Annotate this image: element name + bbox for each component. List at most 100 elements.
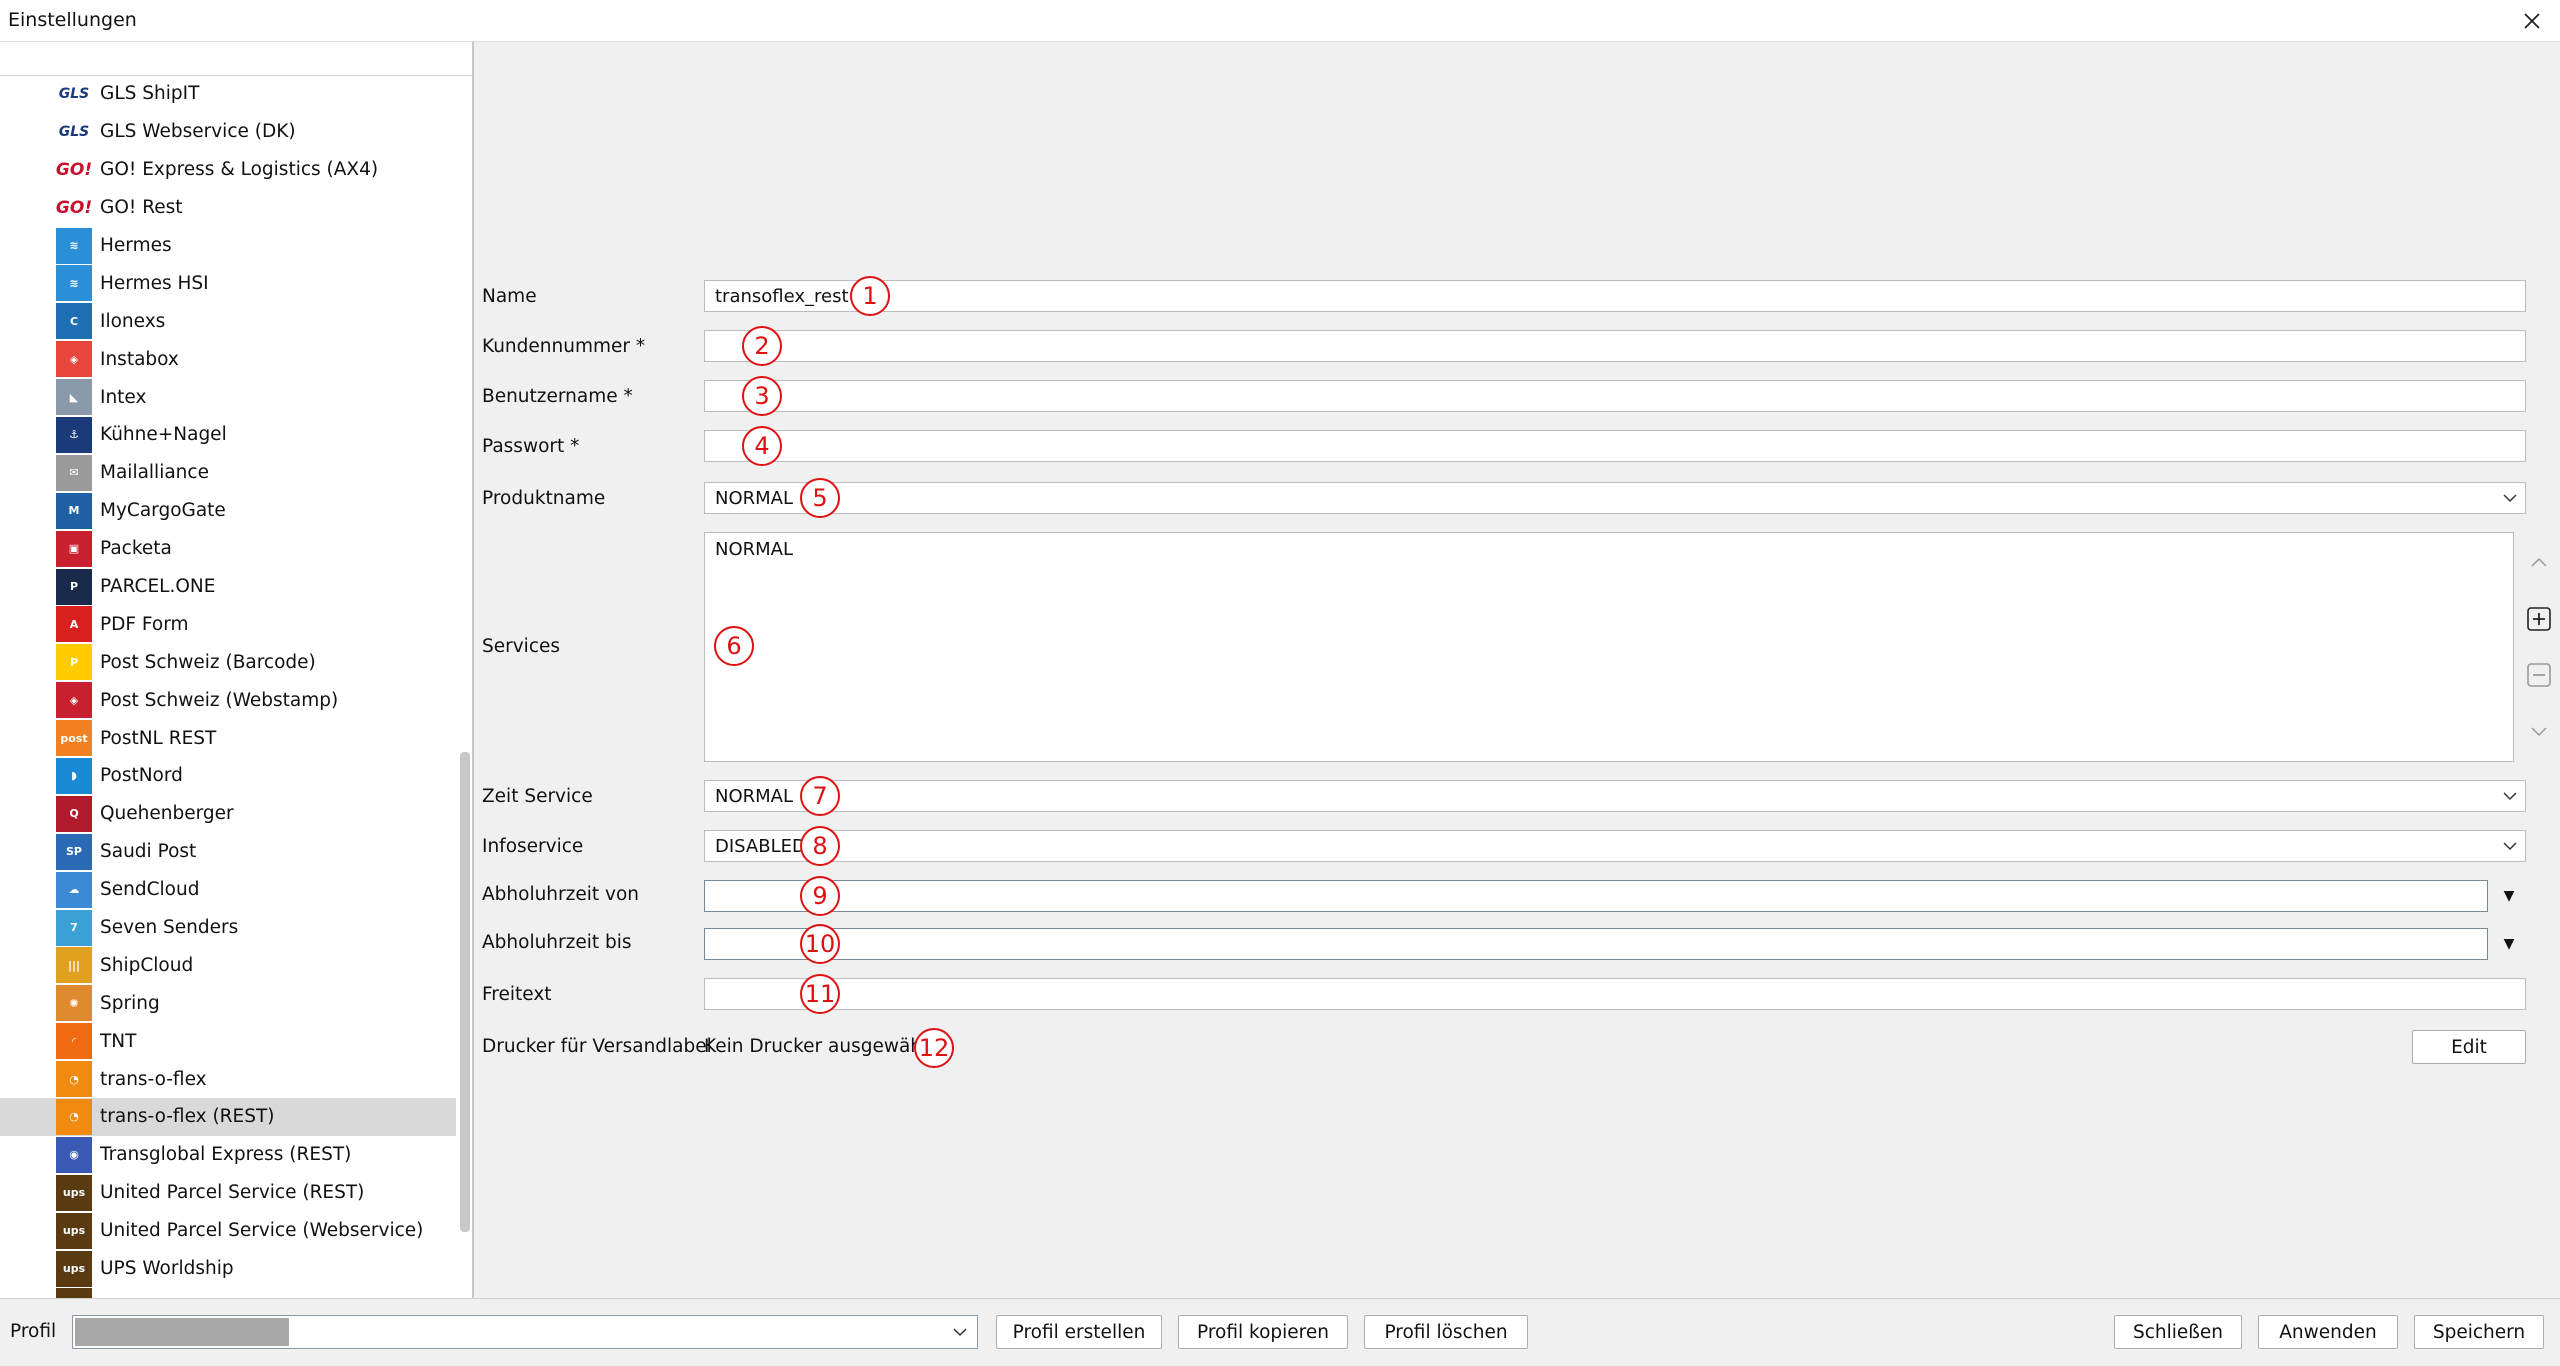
sidebar-item-k-hne-nagel[interactable]: ⚓ Kühne+Nagel bbox=[0, 416, 456, 454]
chevron-down-icon bbox=[2503, 494, 2517, 503]
saudi-post-logo-icon: SP bbox=[56, 833, 92, 870]
abholuhrzeit-bis-dropdown-button[interactable]: ▼ bbox=[2492, 928, 2526, 960]
intex-logo-icon: ◣ bbox=[56, 379, 92, 416]
sidebar-scrollbar[interactable] bbox=[460, 752, 470, 1232]
abholuhrzeit-von-dropdown-button[interactable]: ▼ bbox=[2492, 880, 2526, 912]
sidebar-item-label: Hermes bbox=[100, 235, 172, 256]
sidebar-item-mailalliance[interactable]: ✉ Mailalliance bbox=[0, 454, 456, 492]
title-bar: Einstellungen bbox=[0, 0, 2560, 42]
sidebar-item-mycargogate[interactable]: M MyCargoGate bbox=[0, 492, 456, 530]
drucker-value: Kein Drucker ausgewählt bbox=[704, 1036, 935, 1057]
abholuhrzeit-bis-input[interactable] bbox=[704, 928, 2488, 960]
abholuhrzeit-von-input[interactable] bbox=[704, 880, 2488, 912]
services-list[interactable]: NORMAL bbox=[704, 532, 2514, 762]
sidebar-item-saudi-post[interactable]: SP Saudi Post bbox=[0, 833, 456, 871]
ilonexs-logo-icon: C bbox=[56, 303, 92, 340]
passwort-input[interactable] bbox=[704, 430, 2526, 462]
sidebar-item-parcel-one[interactable]: P PARCEL.ONE bbox=[0, 568, 456, 606]
sidebar-item-tnt[interactable]: ◜ TNT bbox=[0, 1022, 456, 1060]
parcel-one-logo-icon: P bbox=[56, 568, 92, 605]
remove-service-button[interactable] bbox=[2522, 658, 2556, 692]
move-up-button[interactable] bbox=[2522, 546, 2556, 580]
kundennummer-input[interactable] bbox=[704, 330, 2526, 362]
sidebar-filter-strip[interactable] bbox=[0, 42, 472, 76]
sidebar-item-label: PDF Form bbox=[100, 613, 189, 635]
name-input[interactable]: transoflex_rest bbox=[704, 280, 2526, 312]
sidebar-item-label: trans-o-flex (REST) bbox=[100, 1106, 275, 1128]
delete-profile-button[interactable]: Profil löschen bbox=[1364, 1315, 1528, 1349]
marker-8: 8 bbox=[800, 826, 840, 866]
sidebar-item-ups-worldship[interactable]: ups UPS Worldship bbox=[0, 1250, 456, 1288]
copy-profile-button[interactable]: Profil kopieren bbox=[1178, 1315, 1348, 1349]
sidebar-item-label: UPS Worldship bbox=[100, 1258, 234, 1280]
create-profile-button[interactable]: Profil erstellen bbox=[996, 1315, 1162, 1349]
sidebar-item-post-schweiz-webstamp[interactable]: ◈ Post Schweiz (Webstamp) bbox=[0, 681, 456, 719]
sidebar-item-trans-o-flex[interactable]: ◔ trans-o-flex bbox=[0, 1060, 456, 1098]
close-dialog-button[interactable]: Schließen bbox=[2114, 1315, 2242, 1349]
sidebar-item-shipcloud[interactable]: ||| ShipCloud bbox=[0, 946, 456, 984]
sidebar-item-postnord[interactable]: ◗ PostNord bbox=[0, 757, 456, 795]
sidebar-item-hermes[interactable]: ≋ Hermes bbox=[0, 227, 456, 265]
sidebar-item-label: Ilonexs bbox=[100, 310, 166, 332]
chevron-up-icon bbox=[2531, 557, 2547, 567]
sidebar-item-gls-webservice-dk[interactable]: GLS GLS Webservice (DK) bbox=[0, 113, 456, 151]
freitext-label: Freitext bbox=[482, 984, 552, 1005]
post-schweiz-webstamp-icon: ◈ bbox=[56, 682, 92, 719]
sidebar-item-instabox[interactable]: ◈ Instabox bbox=[0, 340, 456, 378]
produktname-select[interactable]: NORMAL bbox=[704, 482, 2526, 514]
chevron-down-icon bbox=[2531, 727, 2547, 737]
zeit-service-select[interactable]: NORMAL bbox=[704, 780, 2526, 812]
marker-5: 5 bbox=[800, 478, 840, 518]
marker-6: 6 bbox=[714, 626, 754, 666]
sidebar-item-intex[interactable]: ◣ Intex bbox=[0, 378, 456, 416]
edit-printer-button[interactable]: Edit bbox=[2412, 1030, 2526, 1064]
go-logo-icon: GO! bbox=[56, 159, 92, 180]
instabox-logo-icon: ◈ bbox=[56, 341, 92, 378]
sidebar-item-ilonexs[interactable]: C Ilonexs bbox=[0, 302, 456, 340]
hermes-logo-icon: ≋ bbox=[56, 265, 92, 302]
infoservice-select[interactable]: DISABLED bbox=[704, 830, 2526, 862]
benutzername-input[interactable] bbox=[704, 380, 2526, 412]
sidebar-item-united-parcel-service-rest[interactable]: ups United Parcel Service (REST) bbox=[0, 1174, 456, 1212]
close-button[interactable] bbox=[2504, 0, 2560, 42]
mycargogate-logo-icon: M bbox=[56, 492, 92, 529]
kundennummer-label: Kundennummer * bbox=[482, 336, 646, 357]
sidebar-item-spring[interactable]: ✺ Spring bbox=[0, 984, 456, 1022]
sidebar-item-label: MyCargoGate bbox=[100, 500, 226, 522]
sidebar-item-pdf-form[interactable]: A PDF Form bbox=[0, 605, 456, 643]
move-down-button[interactable] bbox=[2522, 714, 2556, 748]
sidebar-item-packeta[interactable]: ▣ Packeta bbox=[0, 530, 456, 568]
add-service-button[interactable] bbox=[2522, 602, 2556, 636]
profil-selection-highlight bbox=[75, 1318, 289, 1346]
sidebar-item-transglobal-express-rest[interactable]: ◉ Transglobal Express (REST) bbox=[0, 1136, 456, 1174]
profil-select[interactable] bbox=[72, 1315, 978, 1349]
sidebar-item-sendcloud[interactable]: ☁ SendCloud bbox=[0, 871, 456, 909]
sidebar-item-go-rest[interactable]: GO! GO! Rest bbox=[0, 189, 456, 227]
services-controls bbox=[2516, 532, 2560, 762]
sidebar-item-hermes-hsi[interactable]: ≋ Hermes HSI bbox=[0, 264, 456, 302]
sidebar-item-united-parcel-service-webservice[interactable]: ups United Parcel Service (Webservice) bbox=[0, 1212, 456, 1250]
sidebar-item-label: United Parcel Service (REST) bbox=[100, 1182, 365, 1204]
marker-12: 12 bbox=[914, 1028, 954, 1068]
freitext-input[interactable] bbox=[704, 978, 2526, 1010]
sidebar-item-gls-shipit[interactable]: GLS GLS ShipIT bbox=[0, 75, 456, 113]
sidebar-item-postnl-rest[interactable]: post PostNL REST bbox=[0, 719, 456, 757]
marker-11: 11 bbox=[800, 974, 840, 1014]
save-button[interactable]: Speichern bbox=[2414, 1315, 2544, 1349]
sidebar-item-label: Kühne+Nagel bbox=[100, 424, 227, 446]
sidebar-item-quehenberger[interactable]: Q Quehenberger bbox=[0, 795, 456, 833]
sidebar-item-go-express-logistics-ax4[interactable]: GO! GO! Express & Logistics (AX4) bbox=[0, 151, 456, 189]
quehenberger-logo-icon: Q bbox=[56, 795, 92, 832]
chevron-down-icon bbox=[953, 1328, 967, 1337]
sidebar-item-trans-o-flex-rest[interactable]: ◔ trans-o-flex (REST) bbox=[0, 1098, 456, 1136]
sidebar-item-label: Packeta bbox=[100, 538, 172, 560]
sidebar-item-label: Post Schweiz (Webstamp) bbox=[100, 689, 339, 711]
ups-logo-icon: ups bbox=[56, 1212, 92, 1249]
sidebar-item-seven-senders[interactable]: 7 Seven Senders bbox=[0, 909, 456, 947]
services-value: NORMAL bbox=[715, 539, 794, 560]
marker-2: 2 bbox=[742, 326, 782, 366]
sidebar-item-post-schweiz-barcode[interactable]: P Post Schweiz (Barcode) bbox=[0, 643, 456, 681]
apply-button[interactable]: Anwenden bbox=[2258, 1315, 2398, 1349]
sidebar-item-partial[interactable]: ups bbox=[0, 1288, 456, 1298]
benutzername-label: Benutzername * bbox=[482, 386, 633, 407]
